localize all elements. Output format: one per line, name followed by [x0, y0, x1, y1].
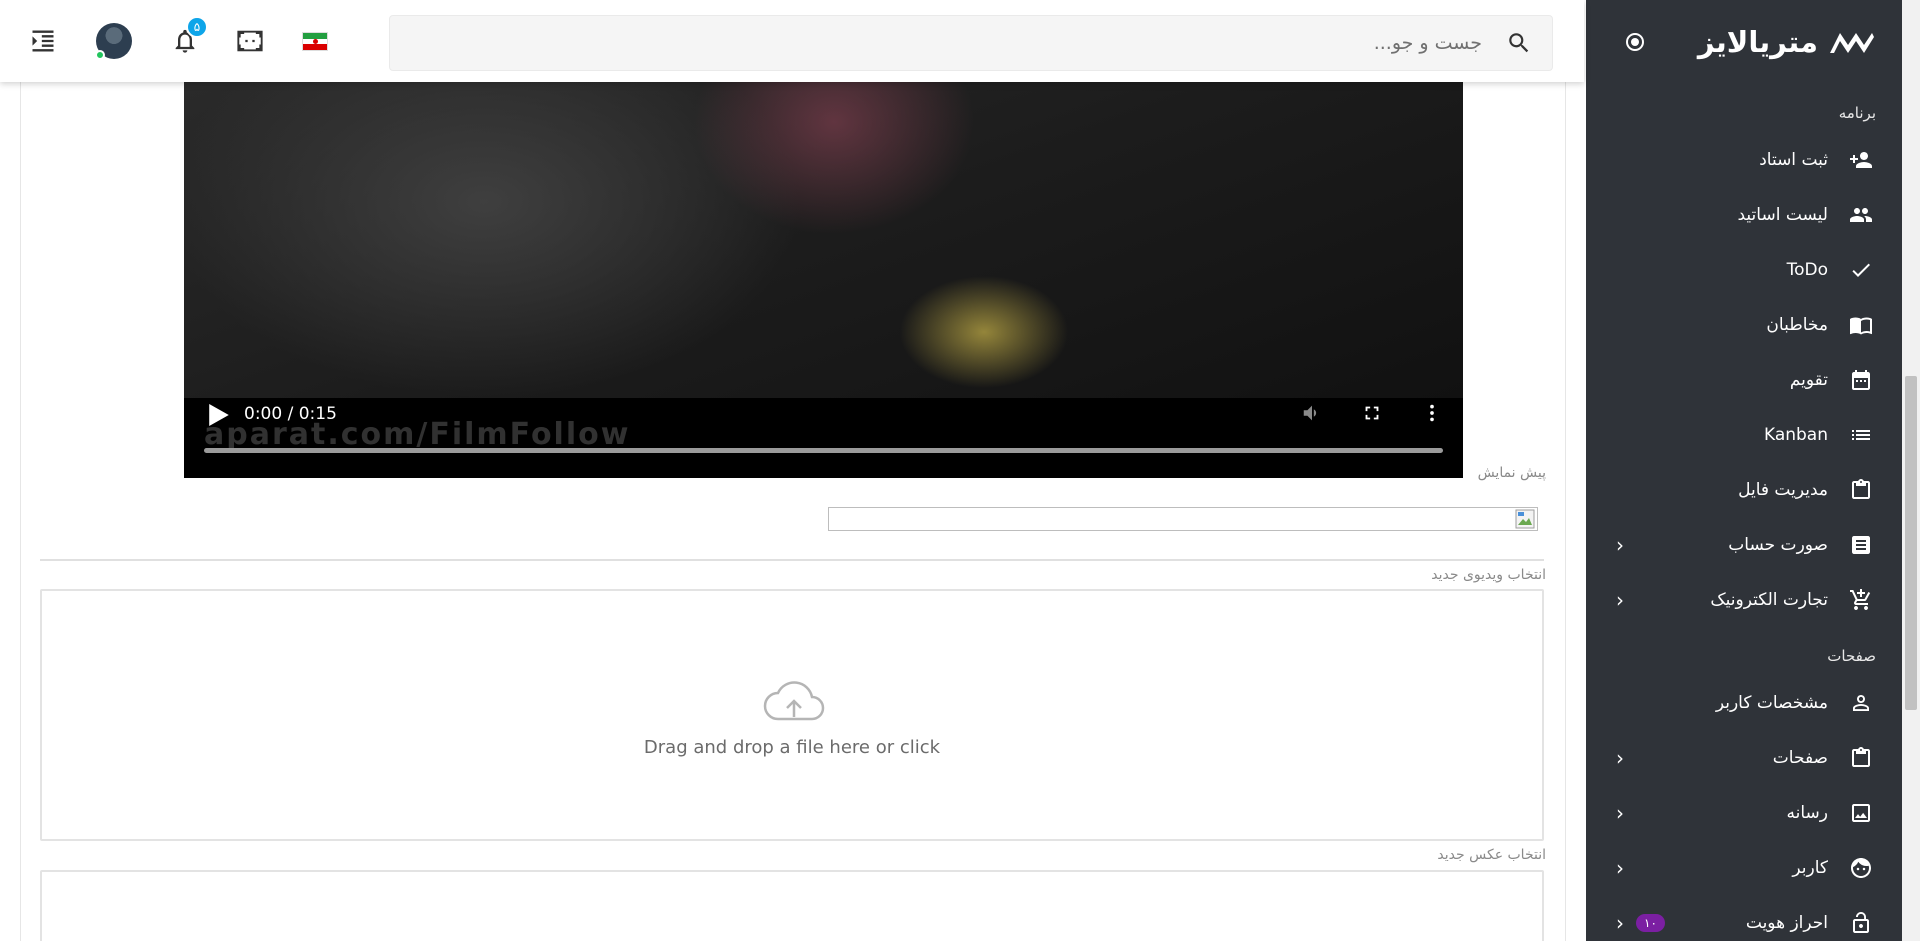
search-icon: [1506, 30, 1532, 56]
sidebar-item-label: مدیریت فایل: [1738, 479, 1828, 500]
sidebar-item-kanban[interactable]: Kanban: [1586, 407, 1902, 462]
sidebar-item-label: کاربر: [1792, 857, 1828, 878]
brand-name: متریالایز: [1697, 25, 1818, 59]
person-icon: [1848, 690, 1874, 716]
new-image-label: انتخاب عکس جدید: [1437, 847, 1546, 863]
people-icon: [1848, 202, 1874, 228]
chevron-left-icon: ‹: [1616, 910, 1624, 935]
menu-toggle-button[interactable]: [26, 24, 60, 58]
section-divider: [40, 559, 1544, 561]
sidebar-collapse-toggle[interactable]: [1626, 33, 1644, 51]
volume-icon: [1303, 405, 1317, 421]
list-icon: [1848, 422, 1874, 448]
new-video-label: انتخاب ویدیوی جدید: [1431, 567, 1546, 583]
sidebar: متریالایز برنامه ثبت استاد لیست اساتید T…: [1586, 0, 1902, 941]
search-bar[interactable]: جست و جو...: [389, 15, 1553, 71]
sidebar-item-user[interactable]: کاربر ‹: [1586, 840, 1902, 895]
cart-icon: [1848, 587, 1874, 613]
clipboard-icon: [1848, 477, 1874, 503]
notifications-button[interactable]: ۵: [168, 16, 208, 58]
language-flag-button[interactable]: [302, 32, 328, 51]
sidebar-item-label: مشخصات کاربر: [1715, 692, 1828, 713]
section-title-pages: صفحات: [1827, 647, 1876, 665]
check-icon: [1848, 257, 1874, 283]
logo-icon: [1828, 29, 1876, 55]
chevron-left-icon: ‹: [1616, 532, 1624, 557]
sidebar-item-label: مخاطبان: [1766, 314, 1828, 335]
sidebar-item-teachers-list[interactable]: لیست اساتید: [1586, 187, 1902, 242]
chevron-left-icon: ‹: [1616, 587, 1624, 612]
play-icon: [209, 404, 229, 426]
dropzone-text: Drag and drop a file here or click: [643, 737, 941, 758]
mute-button[interactable]: [1301, 402, 1323, 424]
clipboard-icon: [1848, 745, 1874, 771]
play-button[interactable]: [208, 404, 229, 426]
sidebar-item-auth[interactable]: احراز هویت ۱۰ ‹: [1586, 895, 1902, 941]
image-icon: [1848, 800, 1874, 826]
sidebar-item-calendar[interactable]: تقویم: [1586, 352, 1902, 407]
page-scrollbar[interactable]: [1902, 0, 1920, 941]
cloud-upload-icon: [763, 681, 825, 721]
format-indent-icon: [32, 30, 54, 52]
avatar[interactable]: [95, 23, 132, 60]
fullscreen-icon: [1365, 406, 1379, 420]
sidebar-item-invoice[interactable]: صورت حساب ‹: [1586, 517, 1902, 572]
fullscreen-frame-icon: [237, 30, 263, 52]
sidebar-item-label: احراز هویت: [1745, 912, 1828, 933]
chevron-left-icon: ‹: [1616, 855, 1624, 880]
brand[interactable]: متریالایز: [1698, 25, 1876, 59]
face-icon: [1848, 855, 1874, 881]
lock-icon: [1848, 910, 1874, 936]
topbar: ۵ جست و جو...: [0, 0, 1584, 82]
brand-header: متریالایز: [1586, 0, 1902, 84]
more-options-button[interactable]: [1421, 402, 1443, 424]
auth-count-badge: ۱۰: [1636, 913, 1665, 932]
sidebar-item-label: رسانه: [1786, 802, 1828, 823]
section-title-app: برنامه: [1838, 104, 1876, 122]
video-progress-bar[interactable]: [204, 448, 1443, 453]
sidebar-item-label: ToDo: [1786, 259, 1828, 280]
online-status-dot: [95, 50, 105, 60]
sidebar-item-label: ثبت استاد: [1759, 149, 1828, 170]
image-dropzone[interactable]: [40, 870, 1544, 941]
calendar-icon: [1848, 367, 1874, 393]
sidebar-item-label: تقویم: [1789, 369, 1828, 390]
main-content: aparat.com/FilmFollow 0:00 / 0:15 پیش نم…: [0, 0, 1584, 941]
sidebar-item-label: تجارت الکترونیک: [1710, 589, 1828, 610]
sidebar-item-add-teacher[interactable]: ثبت استاد: [1586, 132, 1902, 187]
fullscreen-button[interactable]: [1361, 402, 1383, 424]
sidebar-item-media[interactable]: رسانه ‹: [1586, 785, 1902, 840]
sidebar-item-user-profile[interactable]: مشخصات کاربر: [1586, 675, 1902, 730]
fullscreen-toggle-button[interactable]: [233, 24, 267, 58]
more-vert-icon: [1430, 404, 1434, 422]
preview-label: پیش نمایش: [1477, 465, 1546, 481]
video-controls: 0:00 / 0:15: [184, 382, 1463, 478]
sidebar-item-label: صفحات: [1772, 747, 1828, 768]
chevron-left-icon: ‹: [1616, 800, 1624, 825]
video-frame: [184, 82, 1463, 398]
search-input[interactable]: جست و جو...: [1374, 32, 1482, 54]
video-player[interactable]: aparat.com/FilmFollow 0:00 / 0:15: [184, 82, 1463, 478]
sidebar-item-label: لیست اساتید: [1737, 204, 1828, 225]
video-dropzone[interactable]: Drag and drop a file here or click: [40, 589, 1544, 841]
sidebar-item-label: Kanban: [1763, 424, 1828, 445]
image-preview: [828, 507, 1538, 531]
scrollbar-thumb[interactable]: [1905, 376, 1917, 710]
sidebar-item-contacts[interactable]: مخاطبان: [1586, 297, 1902, 352]
notification-badge: ۵: [186, 16, 208, 38]
video-time: 0:00 / 0:15: [244, 404, 337, 424]
sidebar-item-file-manager[interactable]: مدیریت فایل: [1586, 462, 1902, 517]
sidebar-item-pages[interactable]: صفحات ‹: [1586, 730, 1902, 785]
broken-image-icon: [1515, 509, 1535, 529]
receipt-icon: [1848, 532, 1874, 558]
sidebar-item-ecommerce[interactable]: تجارت الکترونیک ‹: [1586, 572, 1902, 627]
chevron-left-icon: ‹: [1616, 745, 1624, 770]
sidebar-item-todo[interactable]: ToDo: [1586, 242, 1902, 297]
person-add-icon: [1848, 147, 1874, 173]
sidebar-item-label: صورت حساب: [1728, 534, 1828, 555]
book-icon: [1848, 312, 1874, 338]
